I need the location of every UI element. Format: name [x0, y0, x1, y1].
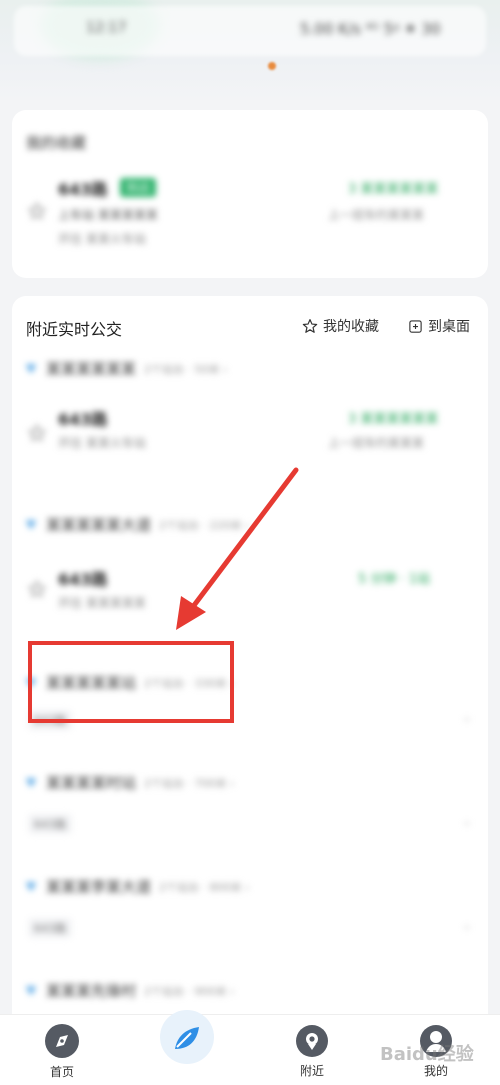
station-meta: 2个站台 · 700米 ›	[144, 776, 235, 790]
station-pin-icon	[25, 881, 37, 892]
my-favorites-button[interactable]: 我的收藏	[302, 316, 379, 336]
station-name: 某某某李某大道	[46, 878, 152, 896]
station-meta: 2个站台 · 900米 ›	[144, 984, 235, 998]
tab-nearby[interactable]: 附近	[262, 1015, 362, 1085]
nearby-title: 附近实时公交	[26, 320, 123, 339]
station-name: 某某某某时站	[46, 774, 137, 792]
favorite-route-number[interactable]: 643路	[58, 176, 107, 200]
station-meta: 2个站台 · 800米 ›	[159, 880, 250, 894]
station-pin-icon	[25, 519, 37, 530]
chevron-down-icon[interactable]: ⌄	[462, 918, 472, 932]
favorite-route-subtitle: 上车站 某某某某某	[58, 208, 158, 222]
route-arrival: 5 分钟 · 1站	[358, 572, 431, 587]
map-marker-icon	[268, 62, 276, 70]
station-header[interactable]: 某某某某某大道 2个站台 · 220米 ›	[24, 514, 249, 535]
station-name: 某某某某某大道	[46, 516, 152, 534]
chevron-down-icon[interactable]: ⌄	[462, 710, 472, 724]
station-header[interactable]: 某某某某时站 2个站台 · 700米 ›	[24, 772, 234, 793]
map-preview[interactable]: 12:17 5.00 K/s ⁴ᴳ 5ᵍ ⁕ 30	[0, 0, 500, 100]
star-icon[interactable]	[28, 580, 46, 598]
star-icon[interactable]	[28, 424, 46, 442]
favorite-route-detail: 上一班车约某某某	[328, 208, 425, 222]
add-to-desktop-label: 到桌面	[428, 319, 470, 335]
station-meta: 2个站台 · 220米 ›	[159, 518, 250, 532]
tab-home-label: 首页	[49, 1065, 74, 1079]
location-pin-icon	[296, 1025, 328, 1057]
add-square-icon	[409, 319, 422, 333]
star-icon[interactable]	[28, 202, 46, 220]
map-time-text: 12:17	[86, 20, 127, 36]
station-name: 某某某某某某	[46, 360, 137, 378]
route-arrival: 3 某某某某某某	[348, 412, 439, 427]
chevron-down-icon[interactable]: ⌄	[462, 814, 472, 828]
annotation-highlight-box	[28, 641, 234, 723]
station-header[interactable]: 某某某先锋村 2个站台 · 900米 ›	[24, 980, 234, 1001]
add-to-desktop-button[interactable]: 到桌面	[408, 316, 470, 336]
station-pin-icon	[25, 363, 37, 374]
favorites-header: 我的收藏	[26, 134, 87, 152]
watermark-logo: Baidu经验	[380, 1044, 474, 1065]
station-name: 某某某先锋村	[46, 982, 137, 1000]
route-number[interactable]: 643路	[58, 406, 107, 430]
map-status-text: 5.00 K/s ⁴ᴳ 5ᵍ ⁕ 30	[300, 20, 441, 38]
leaf-icon	[160, 1010, 214, 1064]
star-outline-icon	[302, 319, 318, 333]
favorite-route-arrival: 3 某某某某某某	[348, 182, 439, 197]
route-chip[interactable]: 643路	[28, 814, 72, 834]
station-header[interactable]: 某某某李某大道 2个站台 · 800米 ›	[24, 876, 249, 897]
tab-center[interactable]	[137, 1010, 237, 1085]
favorite-route-tag: 到达	[120, 178, 157, 197]
station-pin-icon	[25, 777, 37, 788]
my-favorites-label: 我的收藏	[323, 319, 379, 335]
route-chip[interactable]: 643路	[28, 918, 72, 938]
route-meta: 开往 某某某某某	[58, 596, 146, 610]
station-meta: 2个站台 · 50米 ›	[144, 362, 228, 376]
compass-icon	[45, 1024, 79, 1058]
station-pin-icon	[25, 985, 37, 996]
tab-home[interactable]: 首页	[12, 1015, 112, 1085]
route-meta: 开往 某某火车站	[58, 436, 146, 450]
favorites-card: 我的收藏 643路 到达 上车站 某某某某某 开往 某某火车站 3 某某某某某某…	[12, 110, 488, 278]
station-header[interactable]: 某某某某某某 2个站台 · 50米 ›	[24, 358, 227, 379]
route-detail: 上一班车约某某某	[328, 436, 425, 450]
route-number[interactable]: 643路	[58, 566, 107, 590]
tab-nearby-label: 附近	[299, 1064, 324, 1078]
favorite-route-meta: 开往 某某火车站	[58, 232, 146, 246]
